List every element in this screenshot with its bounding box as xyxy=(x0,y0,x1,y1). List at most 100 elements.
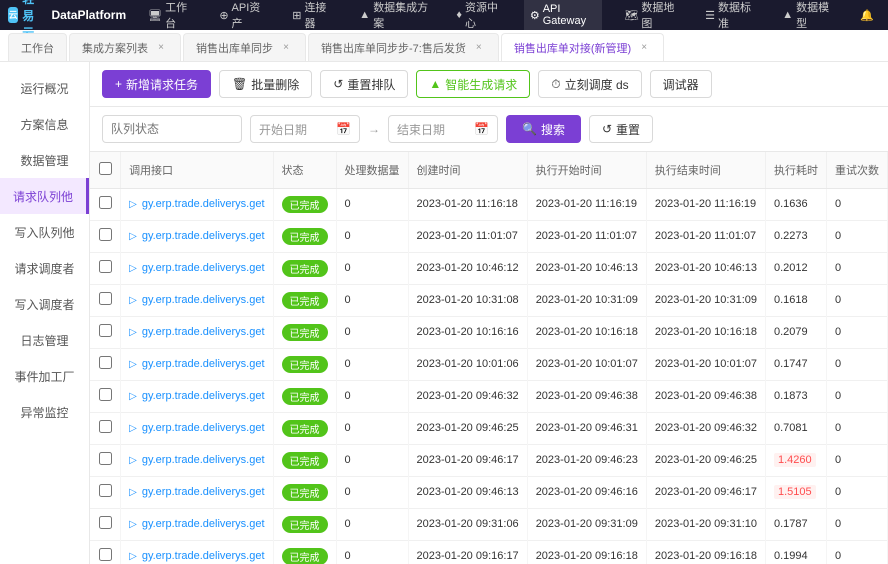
row-checkbox-cell[interactable] xyxy=(90,444,121,476)
reset-button[interactable]: ↺ 重置 xyxy=(589,115,653,143)
sidebar-item-write-queue[interactable]: 写入队列他 xyxy=(0,214,89,250)
row-checkbox-cell[interactable] xyxy=(90,316,121,348)
brand-icon: 云 xyxy=(8,7,18,23)
close-icon[interactable]: × xyxy=(279,41,293,55)
nav-data-standard[interactable]: ☰ 数据标准 xyxy=(699,0,760,30)
row-checkbox[interactable] xyxy=(99,484,112,497)
interface-link[interactable]: gy.erp.trade.deliverys.get xyxy=(142,390,265,402)
tab-sales-sync-step7-label: 销售出库单同步步-7:售后发货 xyxy=(321,40,466,56)
interface-link[interactable]: gy.erp.trade.deliverys.get xyxy=(142,550,265,562)
row-end-time: 2023-01-20 09:16:18 xyxy=(646,540,765,564)
select-all-header[interactable] xyxy=(90,152,121,188)
row-checkbox[interactable] xyxy=(99,548,112,561)
sidebar-item-anomaly-monitor[interactable]: 异常监控 xyxy=(0,394,89,430)
nav-data-model[interactable]: ▲ 数据模型 xyxy=(776,0,838,30)
table-row: ▷ gy.erp.trade.deliverys.get 已完成 0 2023-… xyxy=(90,412,888,444)
search-button[interactable]: 🔍 搜索 xyxy=(506,115,581,143)
tab-bar: 工作台 集成方案列表 × 销售出库单同步 × 销售出库单同步步-7:售后发货 ×… xyxy=(0,30,888,62)
status-badge: 已完成 xyxy=(282,324,328,341)
tab-solution-list[interactable]: 集成方案列表 × xyxy=(69,33,181,61)
interface-link[interactable]: gy.erp.trade.deliverys.get xyxy=(142,198,265,210)
row-checkbox[interactable] xyxy=(99,292,112,305)
nav-connector[interactable]: ⊞ 连接器 xyxy=(286,0,337,30)
nav-data-map[interactable]: 🗺 数据地图 xyxy=(618,0,683,30)
nav-workbench[interactable]: 🖥 工作台 xyxy=(142,0,197,30)
sidebar-item-event-factory[interactable]: 事件加工厂 xyxy=(0,358,89,394)
row-duration: 0.1618 xyxy=(766,284,827,316)
tab-sales-sync[interactable]: 销售出库单同步 × xyxy=(183,33,306,61)
nav-data-integration[interactable]: ▲ 数据集成方案 xyxy=(353,0,434,30)
content-area: + 新增请求任务 🗑 批量删除 ↺ 重置排队 ▲ 智能生成请求 ⏱ 立刻调度 d… xyxy=(90,62,888,564)
add-request-button[interactable]: + 新增请求任务 xyxy=(102,70,211,98)
interface-link[interactable]: gy.erp.trade.deliverys.get xyxy=(142,326,265,338)
row-checkbox-cell[interactable] xyxy=(90,188,121,220)
queue-status-input[interactable] xyxy=(102,115,242,143)
batch-delete-button[interactable]: 🗑 批量删除 xyxy=(219,70,312,98)
col-interface: 调用接口 xyxy=(121,152,273,188)
row-checkbox-cell[interactable] xyxy=(90,412,121,444)
batch-delete-label: 批量删除 xyxy=(251,76,299,93)
nav-gateway[interactable]: ⚙ API Gateway xyxy=(524,0,603,30)
tab-sales-new[interactable]: 销售出库单对接(新管理) × xyxy=(501,33,664,61)
interface-link[interactable]: gy.erp.trade.deliverys.get xyxy=(142,294,265,306)
tab-sales-sync-step7[interactable]: 销售出库单同步步-7:售后发货 × xyxy=(308,33,499,61)
row-checkbox[interactable] xyxy=(99,420,112,433)
schedule-icon: ⏱ xyxy=(551,77,560,92)
row-count: 0 xyxy=(336,508,408,540)
row-checkbox[interactable] xyxy=(99,228,112,241)
row-checkbox[interactable] xyxy=(99,324,112,337)
sidebar-item-request-queue[interactable]: 请求队列他 xyxy=(0,178,89,214)
row-checkbox[interactable] xyxy=(99,196,112,209)
reorder-button[interactable]: ↺ 重置排队 xyxy=(320,70,408,98)
nav-api-assets[interactable]: ⊕ API资产 xyxy=(213,0,270,30)
row-checkbox[interactable] xyxy=(99,356,112,369)
row-end-time: 2023-01-20 10:46:13 xyxy=(646,252,765,284)
close-icon[interactable]: × xyxy=(154,41,168,55)
sidebar-item-request-scheduler[interactable]: 请求调度者 xyxy=(0,250,89,286)
row-checkbox-cell[interactable] xyxy=(90,380,121,412)
row-checkbox-cell[interactable] xyxy=(90,476,121,508)
row-checkbox-cell[interactable] xyxy=(90,252,121,284)
row-checkbox-cell[interactable] xyxy=(90,540,121,564)
row-checkbox-cell[interactable] xyxy=(90,508,121,540)
table-row: ▷ gy.erp.trade.deliverys.get 已完成 0 2023-… xyxy=(90,188,888,220)
row-checkbox[interactable] xyxy=(99,452,112,465)
row-checkbox-cell[interactable] xyxy=(90,220,121,252)
select-all-checkbox[interactable] xyxy=(99,162,112,175)
interface-link[interactable]: gy.erp.trade.deliverys.get xyxy=(142,486,265,498)
debug-button[interactable]: 调试器 xyxy=(650,70,712,98)
row-checkbox-cell[interactable] xyxy=(90,284,121,316)
nav-resource[interactable]: ♦ 资源中心 xyxy=(450,0,507,30)
interface-link[interactable]: gy.erp.trade.deliverys.get xyxy=(142,262,265,274)
row-checkbox[interactable] xyxy=(99,388,112,401)
duration-value: 0.1636 xyxy=(774,198,808,210)
sidebar-item-data-mgmt[interactable]: 数据管理 xyxy=(0,142,89,178)
sidebar-item-log-mgmt[interactable]: 日志管理 xyxy=(0,322,89,358)
status-badge: 已完成 xyxy=(282,260,328,277)
tab-workbench[interactable]: 工作台 xyxy=(8,33,67,61)
row-duration: 0.1994 xyxy=(766,540,827,564)
end-date-picker[interactable]: 结束日期 📅 xyxy=(388,115,498,143)
sidebar-item-overview[interactable]: 运行概况 xyxy=(0,70,89,106)
sidebar-item-plan-info[interactable]: 方案信息 xyxy=(0,106,89,142)
status-badge: 已完成 xyxy=(282,196,328,213)
schedule-button[interactable]: ⏱ 立刻调度 ds xyxy=(538,70,641,98)
row-status: 已完成 xyxy=(273,508,336,540)
interface-link[interactable]: gy.erp.trade.deliverys.get xyxy=(142,454,265,466)
row-checkbox[interactable] xyxy=(99,260,112,273)
interface-link[interactable]: gy.erp.trade.deliverys.get xyxy=(142,358,265,370)
auto-gen-button[interactable]: ▲ 智能生成请求 xyxy=(416,70,530,98)
close-icon[interactable]: × xyxy=(637,41,651,55)
sidebar-item-write-scheduler[interactable]: 写入调度者 xyxy=(0,286,89,322)
row-checkbox[interactable] xyxy=(99,516,112,529)
close-icon[interactable]: × xyxy=(472,41,486,55)
sidebar-write-scheduler-label: 写入调度者 xyxy=(14,296,74,313)
row-duration: 0.1873 xyxy=(766,380,827,412)
start-date-picker[interactable]: 开始日期 📅 xyxy=(250,115,360,143)
interface-link[interactable]: gy.erp.trade.deliverys.get xyxy=(142,518,265,530)
sidebar-anomaly-monitor-label: 异常监控 xyxy=(20,404,68,421)
interface-link[interactable]: gy.erp.trade.deliverys.get xyxy=(142,422,265,434)
row-checkbox-cell[interactable] xyxy=(90,348,121,380)
interface-link[interactable]: gy.erp.trade.deliverys.get xyxy=(142,230,265,242)
nav-notification[interactable]: 🔔 xyxy=(854,0,880,30)
